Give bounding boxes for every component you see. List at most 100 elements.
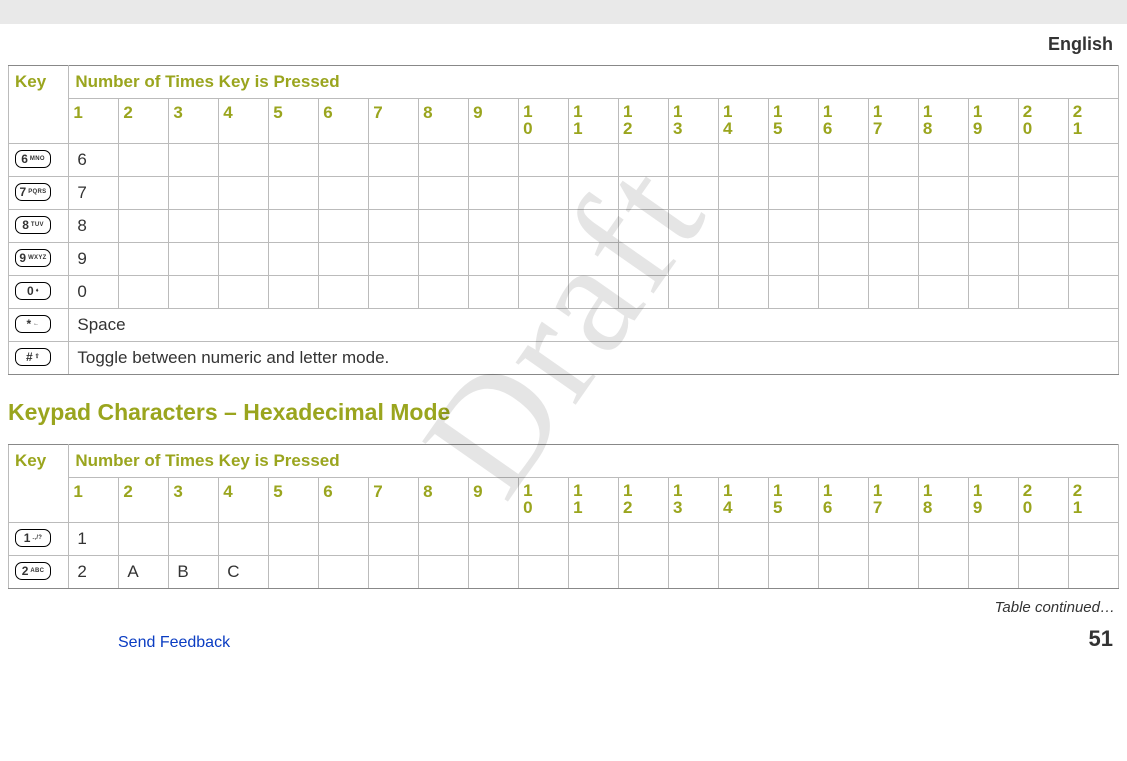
key-value-cell <box>1068 523 1118 556</box>
key-value-cell <box>1018 177 1068 210</box>
press-col-14: 14 <box>718 478 768 523</box>
key-value-cell <box>219 210 269 243</box>
key-value-cell <box>469 523 519 556</box>
table-row: 9WXYZ 9 <box>9 243 1119 276</box>
key-value-cell <box>369 243 419 276</box>
key-value-cell <box>968 556 1018 589</box>
key-value-cell: Toggle between numeric and letter mode. <box>69 342 1119 375</box>
keypad-key-icon: 7PQRS <box>15 183 51 201</box>
press-col-8: 8 <box>419 99 469 144</box>
key-value-cell <box>768 177 818 210</box>
key-value-cell <box>619 556 669 589</box>
key-value-cell <box>169 243 219 276</box>
key-value-cell <box>669 144 719 177</box>
key-value-cell <box>369 523 419 556</box>
key-value-cell <box>119 144 169 177</box>
key-value-cell <box>269 276 319 309</box>
key-value-cell <box>918 177 968 210</box>
key-value-cell <box>718 523 768 556</box>
table-row: 1.,/?1 <box>9 523 1119 556</box>
key-value-cell <box>868 523 918 556</box>
press-col-5: 5 <box>269 478 319 523</box>
key-value-cell: 7 <box>69 177 119 210</box>
key-value-cell <box>269 243 319 276</box>
keypad-key-icon: 6MNO <box>15 150 51 168</box>
press-count-header-row: 1 2 3 4 5 6 7 8 9 10 11 12 13 14 15 16 1… <box>9 99 1119 144</box>
key-value-cell <box>968 276 1018 309</box>
key-value-cell <box>669 276 719 309</box>
press-col-1: 1 <box>69 478 119 523</box>
window-top-strip <box>0 0 1127 24</box>
key-value-cell <box>369 556 419 589</box>
key-value-cell <box>868 144 918 177</box>
key-value-cell <box>968 177 1018 210</box>
press-col-5: 5 <box>269 99 319 144</box>
key-value-cell <box>669 177 719 210</box>
col-header-key: Key <box>9 66 69 144</box>
page-footer: Send Feedback 51 <box>8 622 1119 652</box>
key-value-cell <box>868 276 918 309</box>
key-value-cell: 9 <box>69 243 119 276</box>
table-row: 6MNO6 <box>9 144 1119 177</box>
key-value-cell <box>818 276 868 309</box>
key-value-cell: 1 <box>69 523 119 556</box>
key-value-cell <box>519 276 569 309</box>
key-cell: #⇧ <box>9 342 69 375</box>
key-value-cell <box>718 556 768 589</box>
key-value-cell <box>319 243 369 276</box>
key-cell: 8TUV <box>9 210 69 243</box>
key-value-cell <box>619 523 669 556</box>
keypad-key-icon: 8TUV <box>15 216 51 234</box>
key-value-cell: B <box>169 556 219 589</box>
press-col-15: 15 <box>768 99 818 144</box>
key-value-cell <box>419 210 469 243</box>
press-col-7: 7 <box>369 478 419 523</box>
key-value-cell <box>419 556 469 589</box>
key-value-cell <box>619 210 669 243</box>
key-value-cell <box>369 210 419 243</box>
table-row: 2ABC2ABC <box>9 556 1119 589</box>
key-value-cell <box>419 177 469 210</box>
key-cell: 9WXYZ <box>9 243 69 276</box>
key-value-cell <box>119 243 169 276</box>
key-value-cell <box>169 210 219 243</box>
key-value-cell <box>119 276 169 309</box>
key-value-cell <box>868 177 918 210</box>
press-col-16: 16 <box>818 99 868 144</box>
key-value-cell <box>768 210 818 243</box>
key-value-cell <box>1018 144 1068 177</box>
key-value-cell <box>818 243 868 276</box>
key-value-cell <box>519 144 569 177</box>
key-value-cell <box>918 556 968 589</box>
key-value-cell <box>569 144 619 177</box>
press-col-10: 10 <box>519 99 569 144</box>
key-value-cell <box>219 523 269 556</box>
key-value-cell <box>918 144 968 177</box>
key-cell: 1.,/? <box>9 523 69 556</box>
key-value-cell <box>1068 210 1118 243</box>
send-feedback-link[interactable]: Send Feedback <box>118 634 230 652</box>
key-value-cell <box>419 144 469 177</box>
keypad-key-icon: 9WXYZ <box>15 249 51 267</box>
key-value-cell <box>669 210 719 243</box>
key-cell: 0♦ <box>9 276 69 309</box>
key-value-cell <box>469 177 519 210</box>
key-value-cell <box>269 210 319 243</box>
key-value-cell <box>319 523 369 556</box>
press-col-19: 19 <box>968 99 1018 144</box>
key-value-cell <box>718 243 768 276</box>
key-value-cell <box>1018 523 1068 556</box>
table-row: *←Space <box>9 309 1119 342</box>
key-value-cell <box>718 144 768 177</box>
press-col-1: 1 <box>69 99 119 144</box>
key-value-cell <box>569 243 619 276</box>
key-value-cell <box>1018 276 1068 309</box>
key-value-cell <box>319 276 369 309</box>
key-value-cell <box>669 556 719 589</box>
press-col-3: 3 <box>169 99 219 144</box>
key-value-cell <box>219 243 269 276</box>
key-value-cell <box>119 177 169 210</box>
press-col-14: 14 <box>718 99 768 144</box>
key-value-cell <box>1018 210 1068 243</box>
key-value-cell <box>469 210 519 243</box>
